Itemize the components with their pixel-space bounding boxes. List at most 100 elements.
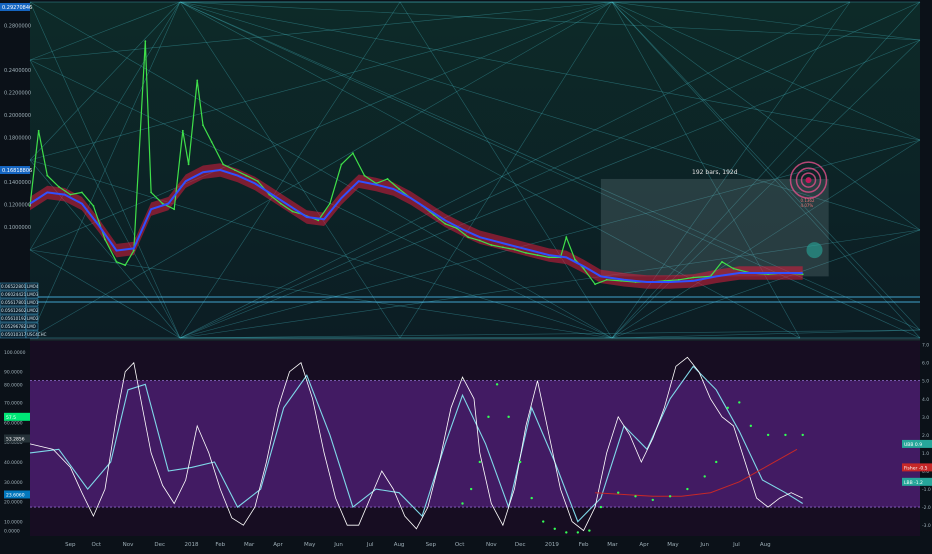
x-axis-label: Dec [515,542,526,548]
price-axis-label: 0.2000000 [4,113,31,119]
price-point [352,152,354,155]
price-axis-label: 0.2200000 [4,91,31,97]
osc-right-axis-label: 4.0 [922,397,929,403]
x-axis-label: Oct [455,542,465,548]
x-axis-label: Mar [607,542,618,548]
price-point [124,264,127,267]
low-price-tag-text: 0.05296782 [1,324,27,329]
low-price-tag-code-text: USC4CHC [27,332,47,337]
price-point [444,222,447,225]
osc-dot [801,433,804,437]
target-label: 4.07% [801,203,814,208]
osc-right-axis-label: 5.0 [922,379,929,385]
price-axis-label: 0.2800000 [4,23,31,29]
x-axis-label: May [304,542,316,548]
osc-dot [766,433,770,437]
osc-dot [617,491,620,494]
price-point [233,169,236,171]
price-point [181,129,184,132]
price-point [501,246,504,249]
osc-dot [588,529,591,532]
osc-left-axis-label: 80.0000 [4,382,23,388]
osc-dot [495,383,499,386]
low-price-tag-code-text: LMO1 [27,300,39,305]
osc-dot [565,531,568,534]
price-point [525,251,527,254]
price-point [144,40,147,43]
price-point [328,202,331,205]
osc-dot [715,460,718,464]
x-axis-label: Feb [579,542,589,548]
x-axis-label: Apr [639,542,649,548]
osc-dot [703,475,706,478]
osc-dot [518,460,522,464]
osc-left-axis-label: 20.0000 [4,500,23,506]
osc-dot [478,460,481,464]
price-point [150,191,153,194]
price-point [291,210,294,213]
price-point [81,191,83,194]
osc-right-tag-text: Fisher -0.5 [904,465,928,471]
price-point [69,193,72,196]
price-panel-background [30,2,920,338]
measure-box [600,178,829,277]
price-point [594,283,597,286]
x-axis-label: Aug [394,542,405,548]
x-axis-label: Jul [732,542,740,548]
price-point [513,248,516,251]
x-axis-label: Mar [244,542,255,548]
x-axis-label: May [667,542,679,548]
price-point [721,260,723,263]
osc-right-tag-text: UBB 0.9 [904,442,922,448]
price-point [245,174,248,177]
price-point [363,174,366,177]
x-axis-label: Nov [486,542,497,548]
osc-left-tag-text: 57.5 [6,415,16,421]
osc-left-axis-label: 30.0000 [4,480,23,486]
low-price-tag-code-text: LMO4 [27,284,39,289]
price-point [340,163,343,166]
x-axis-label: 2018 [184,542,198,548]
osc-left-tag-text: 53.2856 [6,437,25,443]
osc-left-axis-label: 70.0000 [4,400,23,406]
price-point [104,238,106,241]
x-axis-label: Oct [92,542,102,548]
x-axis-label: Feb [215,542,225,548]
osc-left-tag-text: 23.6060 [6,492,25,498]
chart-app: 192 bars, 192d 0.1362 4.07% 0.2800000 0.240… [0,0,932,550]
osc-right-axis-label: 3.0 [922,415,929,421]
osc-dot [542,520,545,523]
osc-dot [668,495,672,498]
osc-left-axis-label: 0.0000 [4,529,20,535]
top-price-tag-text: 0.29270846 [2,5,32,11]
low-price-tag-text: 0.05010317 [1,332,27,337]
osc-dot [749,424,753,428]
price-axis-label: 0.1400000 [4,180,31,186]
osc-left-axis-label: 10.0000 [4,520,23,526]
osc-dot [553,527,556,530]
price-point [478,239,481,242]
price-point [565,236,568,239]
low-price-tag-text: 0.06522801 [1,284,27,289]
x-axis-label: Sep [65,542,76,548]
price-point [222,163,225,166]
low-price-tag-code-text: LMO2 [27,316,39,321]
osc-left-axis-label: 100.0000 [4,350,26,356]
price-point [37,129,40,132]
price-point [202,124,204,127]
price-point [132,249,135,252]
osc-right-tag-text: LBB -1.2 [904,480,923,486]
price-point [210,141,213,143]
price-point [605,278,608,281]
osc-dot [530,496,533,500]
price-point [46,174,49,177]
low-price-tag-code-text: LMO3 [27,292,39,297]
price-point [92,204,95,207]
osc-right-axis-label: 1.0 [922,451,929,457]
osc-right-axis-label: 7.0 [922,343,929,349]
x-axis-label: Apr [273,542,283,548]
osc-right-axis-label: 2.0 [922,433,929,439]
low-price-tag-text: 0.05610192 [1,316,27,321]
price-point [115,260,118,263]
osc-left-axis-label: 40.0000 [4,460,23,466]
